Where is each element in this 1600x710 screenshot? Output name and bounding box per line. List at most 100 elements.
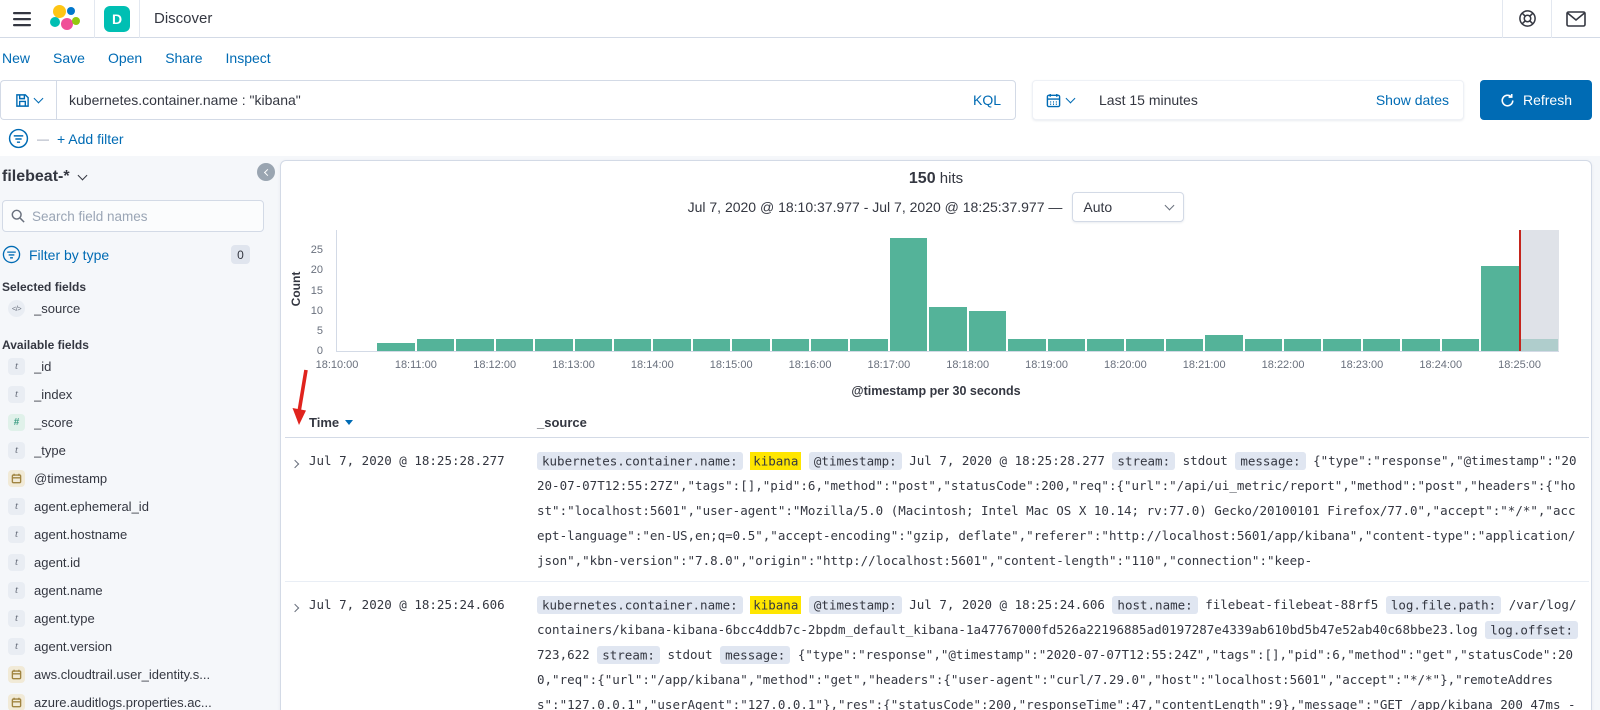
field-search-input[interactable] — [32, 208, 255, 224]
histogram-bar[interactable] — [653, 338, 691, 351]
x-axis-tick-label: 18:22:00 — [1261, 359, 1305, 371]
string-field-icon: t — [8, 553, 25, 571]
histogram-bar[interactable] — [1047, 338, 1085, 351]
expand-row-toggle[interactable] — [285, 448, 309, 573]
mail-icon[interactable] — [1552, 0, 1600, 38]
expand-row-toggle[interactable] — [285, 592, 309, 710]
source-field-badge: message: — [1235, 451, 1306, 470]
histogram-bar[interactable] — [1086, 338, 1125, 351]
field-item-agent.name[interactable]: t agent.name — [2, 576, 264, 604]
field-name: agent.id — [34, 554, 81, 570]
histogram-bar[interactable] — [416, 338, 455, 351]
histogram-bar[interactable] — [811, 338, 849, 351]
divider — [139, 0, 140, 38]
x-axis-tick-label: 18:21:00 — [1182, 359, 1226, 371]
chevron-down-icon — [1065, 93, 1076, 104]
histogram-bar[interactable] — [1323, 338, 1361, 351]
saved-query-button[interactable] — [0, 80, 56, 120]
histogram-bar[interactable] — [456, 338, 494, 351]
histogram-bar[interactable] — [929, 306, 967, 351]
field-item-_type[interactable]: t _type — [2, 436, 264, 464]
time-range-value[interactable]: Last 15 minutes — [1099, 92, 1198, 108]
field-item-@timestamp[interactable]: @timestamp — [2, 464, 264, 492]
histogram-bar[interactable] — [1165, 338, 1204, 351]
menu-hamburger-icon[interactable] — [0, 11, 44, 27]
histogram-bar[interactable] — [771, 338, 810, 351]
source-field-icon: </> — [8, 299, 25, 317]
refresh-button[interactable]: Refresh — [1480, 80, 1592, 120]
field-name: @timestamp — [34, 470, 108, 486]
histogram-bar[interactable] — [1244, 338, 1283, 351]
filter-icon[interactable] — [8, 128, 29, 149]
field-item-_index[interactable]: t _index — [2, 380, 264, 408]
help-icon[interactable] — [1503, 0, 1551, 38]
field-item-agent.version[interactable]: t agent.version — [2, 632, 264, 660]
sort-descending-icon[interactable] — [345, 420, 354, 425]
string-field-icon: t — [8, 357, 25, 375]
filter-icon — [2, 245, 21, 264]
x-axis-ticks: 18:10:00 18:11:00 18:12:00 18:13:00 18:14:00… — [316, 351, 1559, 373]
histogram-bar[interactable] — [1126, 338, 1164, 351]
time-column-header[interactable]: Time — [309, 415, 537, 430]
table-row: Jul 7, 2020 @ 18:25:28.277 kubernetes.con… — [285, 438, 1589, 582]
nav-link-share[interactable]: Share — [165, 50, 202, 66]
histogram-bar[interactable] — [535, 338, 573, 351]
field-item-agent.id[interactable]: t agent.id — [2, 548, 264, 576]
string-field-icon: t — [8, 441, 25, 459]
field-name: _id — [34, 358, 52, 374]
field-item-agent.type[interactable]: t agent.type — [2, 604, 264, 632]
field-item-_source[interactable]: </> _source — [2, 294, 264, 322]
partial-bucket-shade — [1519, 230, 1559, 351]
nav-link-save[interactable]: Save — [53, 50, 85, 66]
histogram-bar[interactable] — [495, 338, 534, 351]
histogram-bar[interactable] — [1441, 338, 1480, 351]
histogram-bar[interactable] — [1008, 338, 1046, 351]
interval-select[interactable]: Auto — [1072, 192, 1185, 222]
field-item-agent.ephemeral_id[interactable]: t agent.ephemeral_id — [2, 492, 264, 520]
histogram-bar[interactable] — [968, 310, 1007, 351]
hits-label: hits — [939, 170, 964, 187]
nav-link-open[interactable]: Open — [108, 50, 142, 66]
calendar-dropdown-button[interactable] — [1033, 93, 1087, 108]
histogram-bar[interactable] — [850, 338, 888, 351]
index-pattern-selector[interactable]: filebeat-* — [2, 162, 264, 190]
document-rows: Jul 7, 2020 @ 18:25:28.277 kubernetes.con… — [285, 438, 1589, 710]
histogram-plot-area — [337, 230, 1559, 351]
histogram-bar[interactable] — [613, 338, 652, 351]
field-item-_score[interactable]: # _score — [2, 408, 264, 436]
source-text: filebeat-filebeat-88rf5 — [1205, 597, 1379, 612]
nav-link-new[interactable]: New — [2, 50, 30, 66]
add-filter-button[interactable]: + Add filter — [57, 131, 124, 147]
field-item-azure.auditlogs.properties.ac...[interactable]: azure.auditlogs.properties.ac... — [2, 688, 264, 710]
show-dates-button[interactable]: Show dates — [1362, 92, 1463, 108]
date-field-icon — [8, 693, 25, 710]
source-field-badge: log.offset: — [1485, 620, 1579, 639]
histogram-bar[interactable] — [1402, 338, 1440, 351]
sidebar-collapse-button[interactable] — [257, 163, 275, 181]
space-avatar-badge[interactable]: D — [104, 5, 130, 32]
field-item-_id[interactable]: t _id — [2, 352, 264, 380]
histogram-bar[interactable] — [574, 338, 612, 351]
histogram-bar[interactable] — [1481, 266, 1519, 351]
time-range-display: Jul 7, 2020 @ 18:10:37.977 - Jul 7, 2020… — [687, 199, 1063, 215]
chevron-right-icon — [290, 459, 300, 469]
field-name: _type — [34, 442, 66, 458]
kql-language-button[interactable]: KQL — [959, 92, 1015, 108]
discover-menu-links: New Save Open Share Inspect — [2, 50, 271, 66]
histogram-bar[interactable] — [1362, 338, 1401, 351]
y-axis-tick-label: 15 — [310, 284, 323, 297]
histogram-bar[interactable] — [692, 338, 731, 351]
field-item-agent.hostname[interactable]: t agent.hostname — [2, 520, 264, 548]
histogram-bar[interactable] — [889, 238, 928, 351]
source-field-badge: stream: — [597, 645, 660, 664]
nav-link-inspect[interactable]: Inspect — [226, 50, 271, 66]
histogram-bar[interactable] — [1284, 338, 1322, 351]
search-query-input[interactable] — [57, 92, 959, 108]
filter-by-type-button[interactable]: Filter by type 0 — [2, 245, 264, 264]
histogram-bar[interactable] — [732, 338, 770, 351]
x-axis-tick-label: 18:20:00 — [1103, 359, 1147, 371]
elastic-logo[interactable] — [50, 4, 80, 33]
histogram-bar[interactable] — [1205, 334, 1243, 351]
field-item-aws.cloudtrail.user_identity.s...[interactable]: aws.cloudtrail.user_identity.s... — [2, 660, 264, 688]
histogram-bar[interactable] — [377, 342, 415, 351]
